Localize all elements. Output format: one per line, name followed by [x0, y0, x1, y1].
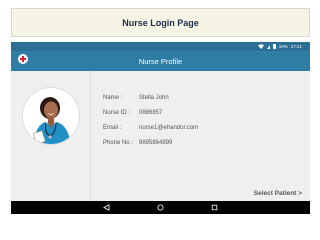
- email-label: Email :: [103, 124, 122, 131]
- photo-panel: [11, 71, 91, 201]
- slide-title-box: Nurse Login Page: [11, 8, 310, 37]
- app-bar: Nurse Profile: [11, 51, 310, 71]
- name-label: Name :: [103, 94, 123, 101]
- medical-cross-icon: [18, 54, 28, 64]
- recents-icon[interactable]: [209, 202, 221, 214]
- home-icon[interactable]: [155, 202, 167, 214]
- phone-label: Phone No :: [103, 139, 134, 146]
- back-icon[interactable]: [101, 202, 113, 214]
- wifi-icon: [257, 44, 264, 49]
- phone-value: 9895864899: [139, 139, 173, 146]
- email-row: Email : nurse1@ehandor.com: [103, 120, 198, 135]
- signal-icon: [266, 44, 270, 49]
- status-bar: 10% 17:41: [11, 42, 310, 51]
- profile-content: Name : Stella John Nurse ID : 0886857 Em…: [11, 71, 310, 201]
- profile-details: Name : Stella John Nurse ID : 0886857 Em…: [103, 90, 198, 150]
- battery-icon: [272, 44, 276, 49]
- nurse-id-row: Nurse ID : 0886857: [103, 105, 198, 120]
- nurse-id-label: Nurse ID :: [103, 109, 131, 116]
- tablet-screen: 10% 17:41 Nurse Profile Name: Stella Jo…: [11, 42, 310, 214]
- app-title: Nurse Profile: [138, 56, 183, 66]
- nurse-id-value: 0886857: [139, 109, 163, 116]
- battery-percent: 10%: [278, 44, 288, 49]
- clock: 17:41: [290, 44, 302, 49]
- name-row: Name : Stella John: [103, 90, 198, 105]
- slide-title: Nurse Login Page: [122, 17, 199, 28]
- name-value: Stella John: [139, 94, 169, 101]
- android-nav-bar: [11, 201, 310, 214]
- select-patient-button[interactable]: Select Patient >: [254, 190, 302, 197]
- email-value: nurse1@ehandor.com: [139, 124, 199, 131]
- phone-row: Phone No : 9895864899: [103, 135, 198, 150]
- nurse-avatar: [22, 87, 80, 145]
